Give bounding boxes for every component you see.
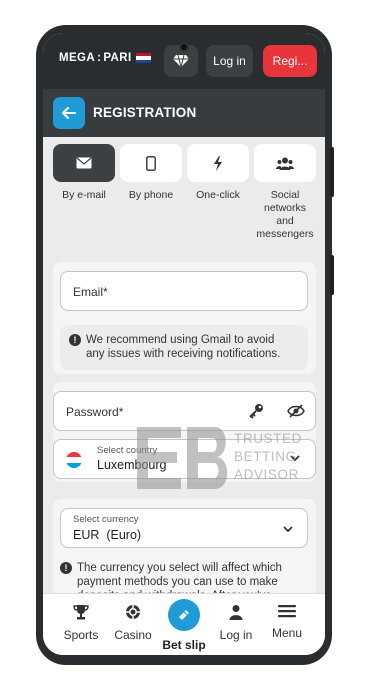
phone-icon [146,155,156,171]
nav-casino[interactable]: Casino [105,604,161,642]
logo-text-pari: PARI [103,52,132,64]
megapari-logo[interactable]: MEGA : PARI [59,52,151,64]
key-icon[interactable] [248,403,264,419]
tab-label: One-click [196,189,240,201]
email-tip: ! We recommend using Gmail to avoid any … [60,325,308,370]
email-tip-line: We recommend using Gmail to avoid [86,334,275,346]
user-icon [229,605,243,620]
chevron-down-icon [283,526,293,533]
email-section: Email* ! We recommend using Gmail to avo… [53,262,316,374]
diamond-icon [173,54,189,68]
currency-tip-line: The currency you select will affect whic… [77,562,282,574]
registration-header: REGISTRATION [43,89,325,137]
info-icon: ! [60,562,72,574]
nav-menu[interactable]: Menu [259,604,315,640]
nav-label: Menu [271,626,303,640]
nav-label: Casino [114,628,152,642]
currency-select[interactable]: Select currency EUR (Euro) [60,508,308,548]
currency-section: Select currency EUR (Euro) ! The currenc… [53,499,316,602]
nav-sports[interactable]: Sports [53,604,109,642]
tab-label: By phone [128,189,174,201]
ticket-icon [179,610,189,620]
hamburger-icon [278,605,296,618]
phone-side-button [330,255,334,295]
tba-logo-icon [137,427,228,489]
nav-label: Log in [219,628,253,642]
password-placeholder: Password* [66,405,124,419]
tab-label-line: messengers [256,228,314,240]
nav-label-bet-slip[interactable]: Bet slip [156,638,212,652]
people-icon [276,157,294,170]
lightning-icon [214,155,222,171]
app-screen: MEGA : PARI Log in Regi... REGISTRATION [43,33,325,655]
tab-label-line: and [276,215,294,227]
tab-label: By e-mail [62,189,106,201]
currency-label: Select currency [73,514,139,525]
watermark-text: ADVISOR [234,467,299,482]
tab-box [53,144,115,182]
email-field[interactable]: Email* [60,271,308,311]
eye-slash-icon[interactable] [287,404,305,418]
login-button[interactable]: Log in [206,45,253,77]
arrow-left-icon [62,107,76,119]
netherlands-flag-icon [135,53,151,63]
tab-box [254,144,316,182]
tab-social-networks[interactable]: Social networks and messengers [254,144,316,241]
tab-label-line: Social [270,189,300,201]
tab-by-email[interactable]: By e-mail [53,144,115,202]
tab-label: Social networks and messengers [254,189,316,241]
envelope-icon [76,157,92,169]
currency-tip-line: payment methods you can use to make [77,576,278,588]
tab-box [120,144,182,182]
currency-value: EUR (Euro) [73,528,142,542]
register-button[interactable]: Regi... [263,45,317,77]
tab-one-click[interactable]: One-click [187,144,249,202]
watermark-text: TRUSTED [234,431,302,446]
logo-text-mega: MEGA [59,52,96,64]
email-tip-line: any issues with receiving notifications. [86,348,281,360]
watermark-text: BETTING [234,449,297,464]
phone-side-button [330,147,334,197]
password-field[interactable]: Password* [53,391,316,431]
bottom-navigation: Sports Casino Bet slip Log in Menu [43,593,325,655]
poker-chip-icon [126,605,140,619]
back-button[interactable] [53,97,85,129]
trusted-betting-advisor-watermark: TRUSTED BETTING ADVISOR [137,427,307,489]
trophy-icon [73,605,89,620]
nav-log-in[interactable]: Log in [208,604,264,642]
nav-label: Sports [63,628,99,642]
luxembourg-flag-icon [66,452,82,468]
logo-separator: : [97,52,102,64]
tab-label-line: networks [263,202,306,214]
front-camera [179,42,189,52]
tab-by-phone[interactable]: By phone [120,144,182,202]
info-icon: ! [69,334,81,346]
bet-slip-button[interactable] [168,599,200,631]
top-bar: MEGA : PARI Log in Regi... [43,33,325,89]
tab-box [187,144,249,182]
email-placeholder: Email* [73,285,108,299]
page-title: REGISTRATION [93,105,197,120]
